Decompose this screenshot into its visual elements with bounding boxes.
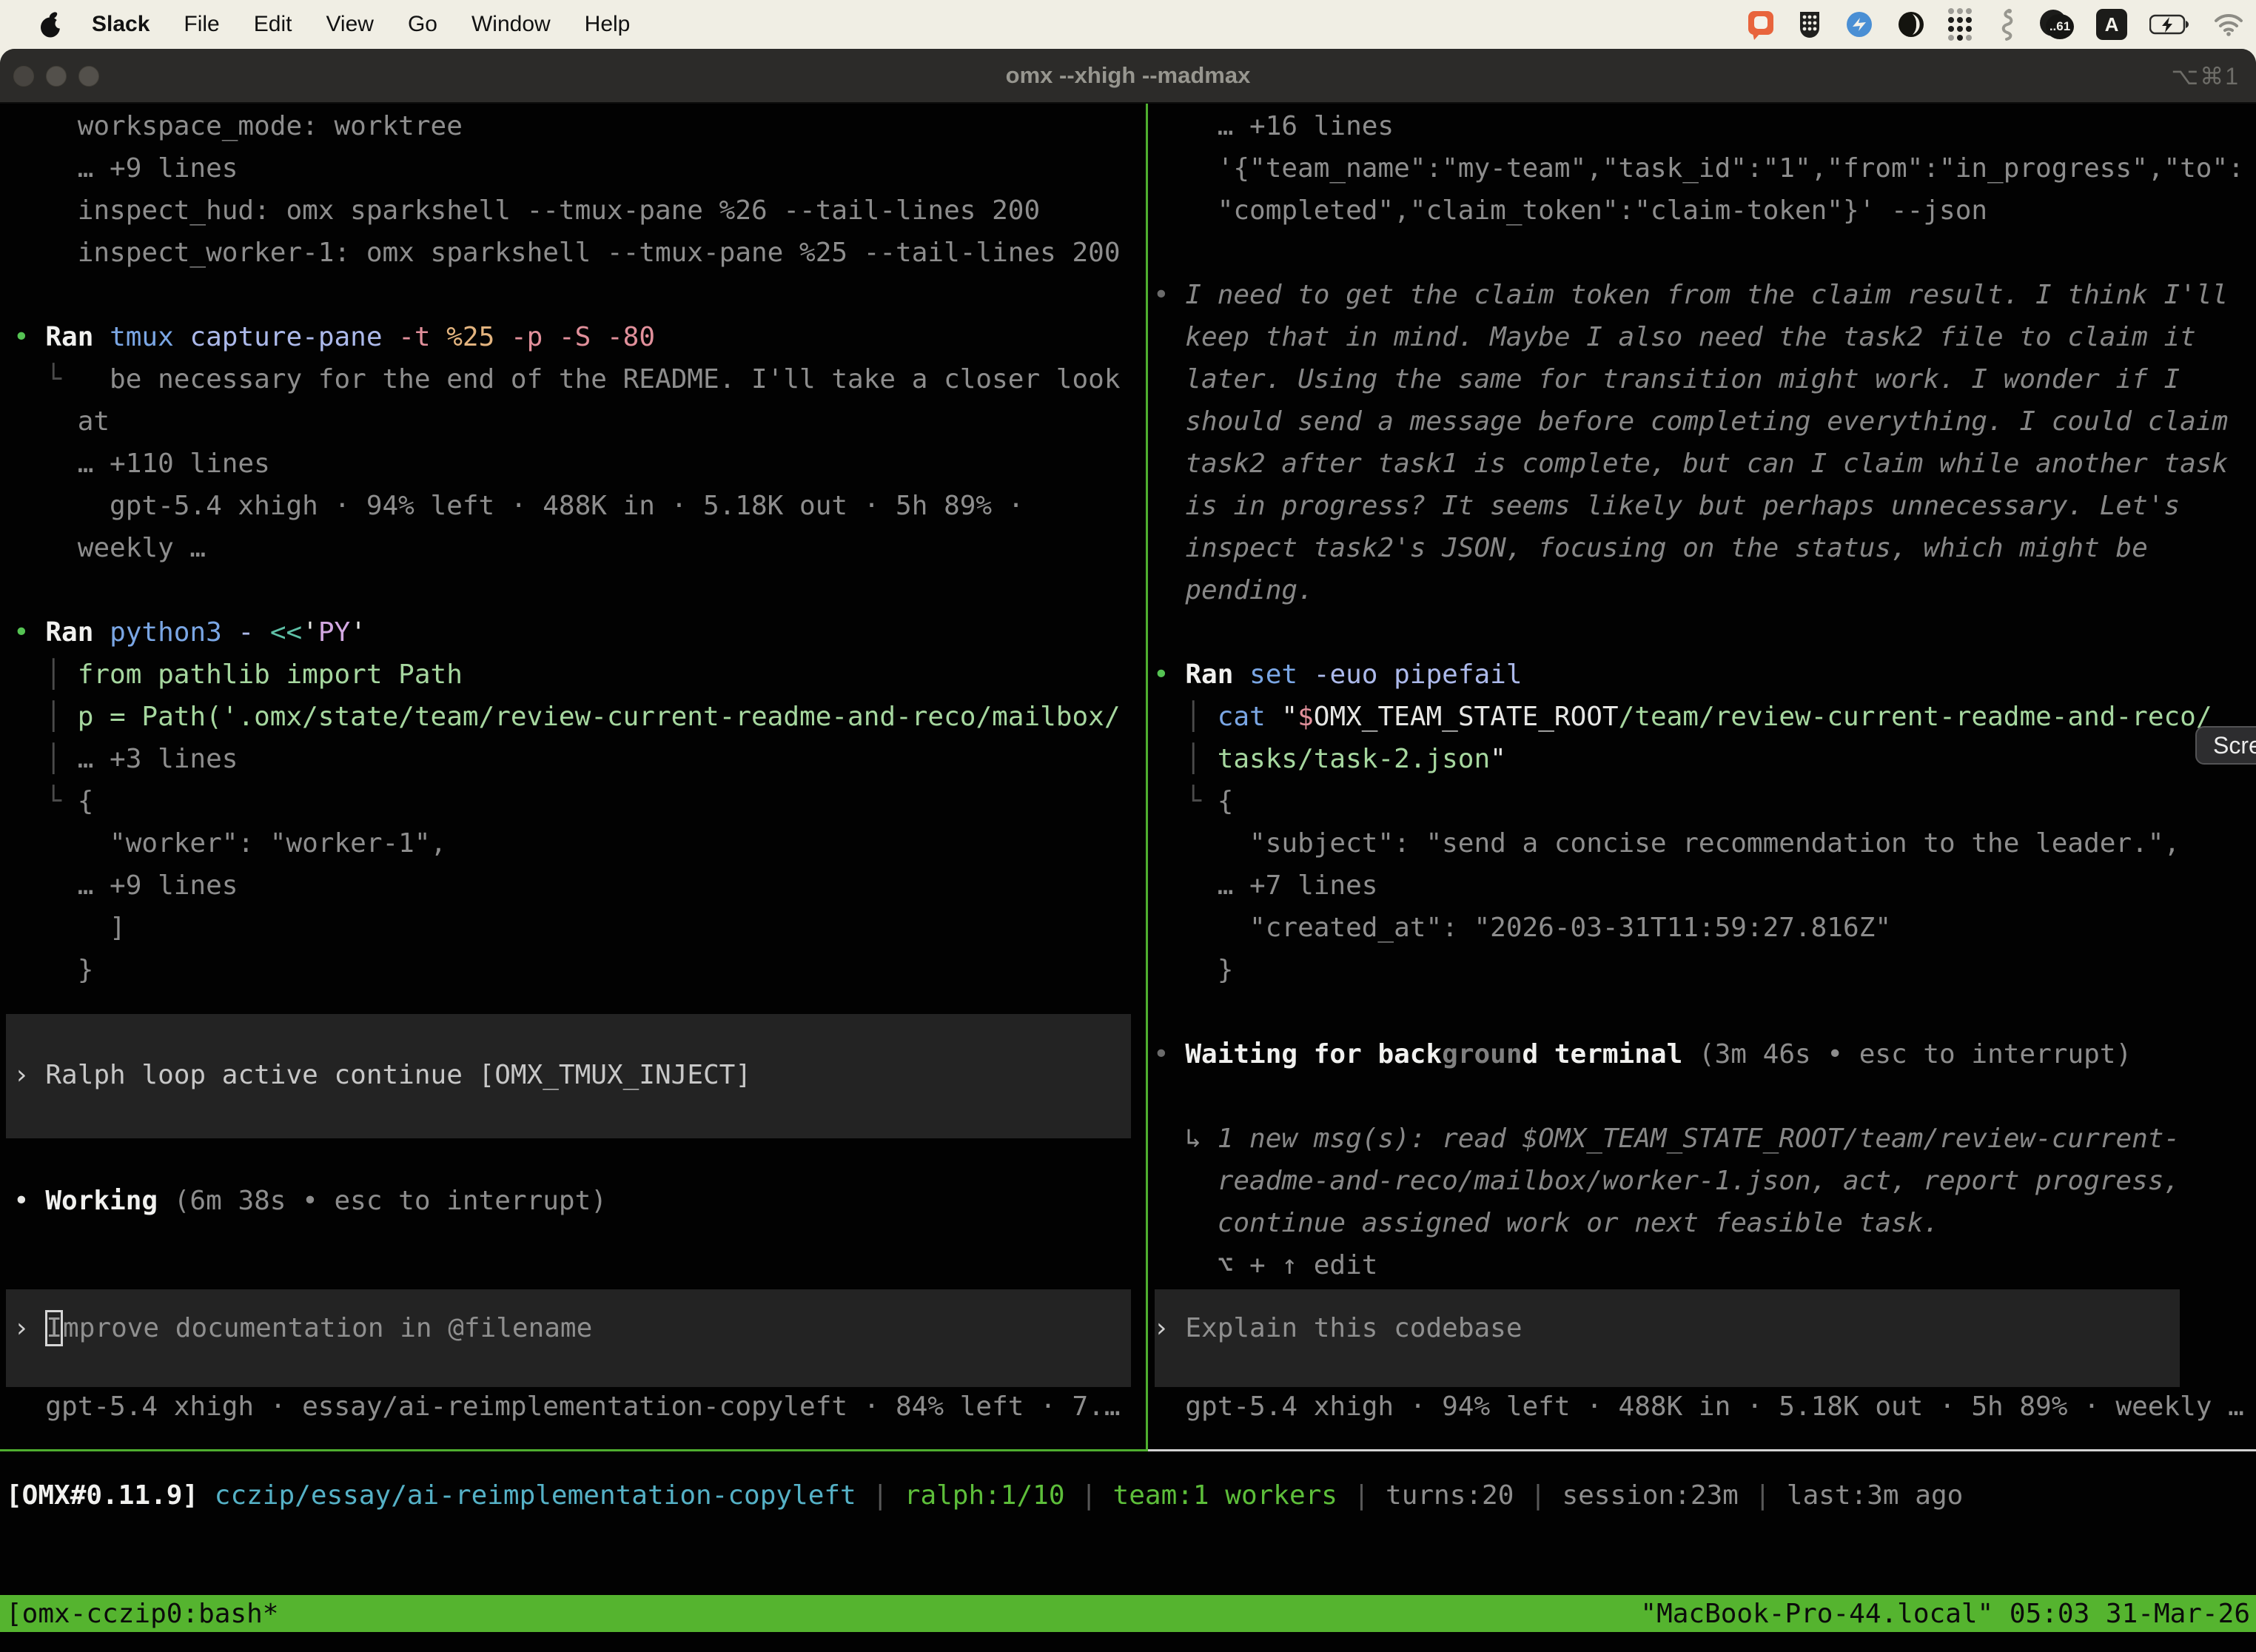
battery-icon[interactable]: [2149, 14, 2191, 35]
terminal-line: … +110 lines: [13, 443, 270, 485]
terminal-window: omx --xhigh --madmax ⌥⌘1 workspace_mode:…: [0, 49, 2256, 1652]
menu-item-edit[interactable]: Edit: [254, 12, 292, 37]
terminal-line: • Ran python3 - <<'PY': [13, 611, 366, 654]
terminal-line: • Working (6m 38s • esc to interrupt): [13, 1180, 607, 1222]
messenger-bolt-icon[interactable]: [1844, 10, 1874, 39]
terminal-line: │ from pathlib import Path: [13, 654, 463, 696]
terminal-line: "created_at": "2026-03-31T11:59:27.816Z": [1153, 907, 1891, 949]
terminal-line: › Ralph loop active continue [OMX_TMUX_I…: [13, 1054, 751, 1096]
terminal-line: … +7 lines: [1153, 864, 1377, 907]
terminal-line: gpt-5.4 xhigh · essay/ai-reimplementatio…: [13, 1386, 1121, 1428]
terminal-line: later. Using the same for transition mig…: [1153, 358, 2180, 400]
terminal-line: "subject": "send a concise recommendatio…: [1153, 822, 2180, 864]
terminal-line: ⌥ + ↑ edit: [1153, 1244, 1377, 1286]
terminal-line: • Ran set -euo pipefail: [1153, 654, 1523, 696]
apple-menu-icon[interactable]: [38, 10, 64, 39]
terminal-line: └ {: [13, 780, 93, 822]
screenshot-chip-label: Scre: [2213, 732, 2256, 759]
terminal-line: … +9 lines: [13, 864, 238, 907]
tmux-host-clock-label: "MacBook-Pro-44.local" 05:03 31-Mar-26: [1640, 1599, 2250, 1629]
dragon-icon[interactable]: [1995, 8, 2018, 41]
terminal-line: gpt-5.4 xhigh · 94% left · 488K in · 5.1…: [13, 485, 1024, 527]
screenshot-chip-overlay[interactable]: Scre: [2195, 726, 2256, 765]
terminal-line: │ tasks/task-2.json": [1153, 738, 1506, 780]
terminal-line: [OMX#0.11.9] cczip/essay/ai-reimplementa…: [6, 1474, 1963, 1517]
terminal-line: … +16 lines: [1153, 105, 1394, 147]
menu-item-go[interactable]: Go: [408, 12, 437, 37]
window-shortcut-hint: ⌥⌘1: [2171, 62, 2240, 90]
terminal-line: "completed","claim_token":"claim-token"}…: [1153, 189, 1987, 232]
terminal-line: pending.: [1153, 569, 1314, 611]
menu-app-name[interactable]: Slack: [92, 12, 150, 37]
terminal-line: task2 after task1 is complete, but can I…: [1153, 443, 2228, 485]
terminal-line: is in progress? It seems likely but perh…: [1153, 485, 2180, 527]
right-pane-bottom-border: [1148, 1449, 2256, 1451]
count-badge-icon[interactable]: ..61: [2040, 10, 2074, 39]
terminal-line: workspace_mode: worktree: [13, 105, 463, 147]
terminal-line: should send a message before completing …: [1153, 400, 2228, 443]
terminal-line: │ p = Path('.omx/state/team/review-curre…: [13, 696, 1121, 738]
terminal-line: └ be necessary for the end of the README…: [13, 358, 1121, 400]
terminal-line: │ … +3 lines: [13, 738, 238, 780]
menu-item-window[interactable]: Window: [471, 12, 551, 37]
menu-status-area: ..61 A: [1747, 0, 2244, 49]
menu-item-file[interactable]: File: [184, 12, 219, 37]
dot-grid-icon[interactable]: [1948, 7, 1973, 41]
menu-item-help[interactable]: Help: [585, 12, 631, 37]
terminal-line: keep that in mind. Maybe I also need the…: [1153, 316, 2196, 358]
keypad-shield-icon[interactable]: [1797, 9, 1822, 40]
terminal-line: continue assigned work or next feasible …: [1153, 1202, 1939, 1244]
terminal-line: readme-and-reco/mailbox/worker-1.json, a…: [1153, 1160, 2180, 1202]
tmux-status-bar: [omx-cczip0:bash* "MacBook-Pro-44.local"…: [0, 1595, 2256, 1632]
terminal-line: inspect_hud: omx sparkshell --tmux-pane …: [13, 189, 1040, 232]
terminal-line: … +9 lines: [13, 147, 238, 189]
pie-crescent-icon[interactable]: [1896, 10, 1926, 39]
terminal-line: at: [13, 400, 110, 443]
tmux-session-label: [omx-cczip0:bash*: [6, 1599, 278, 1629]
window-titlebar[interactable]: omx --xhigh --madmax ⌥⌘1: [0, 49, 2256, 104]
terminal-line: │ cat "$OMX_TEAM_STATE_ROOT/team/review-…: [1153, 696, 2212, 738]
terminal-line: › Explain this codebase: [1153, 1307, 1523, 1349]
count-badge-label: ..61: [2046, 14, 2074, 39]
terminal-line: • Waiting for background terminal (3m 46…: [1153, 1033, 2132, 1075]
terminal-line: '{"team_name":"my-team","task_id":"1","f…: [1153, 147, 2244, 189]
letter-a-icon[interactable]: A: [2096, 9, 2127, 40]
terminal-line: }: [1153, 949, 1233, 991]
terminal-line: • I need to get the claim token from the…: [1153, 274, 2228, 316]
menu-item-view[interactable]: View: [326, 12, 373, 37]
terminal-line: › Improve documentation in @filename: [13, 1307, 592, 1349]
left-pane-bottom-border: [0, 1449, 1148, 1451]
wifi-icon[interactable]: [2213, 13, 2244, 36]
window-title: omx --xhigh --madmax: [0, 62, 2256, 89]
terminal-line: gpt-5.4 xhigh · 94% left · 488K in · 5.1…: [1153, 1386, 2244, 1428]
terminal-line: └ {: [1153, 780, 1233, 822]
terminal-line: inspect task2's JSON, focusing on the st…: [1153, 527, 2148, 569]
screenshot-chat-icon[interactable]: [1747, 8, 1775, 41]
terminal-line: "worker": "worker-1",: [13, 822, 446, 864]
terminal-line: }: [13, 949, 93, 991]
terminal-line: weekly …: [13, 527, 206, 569]
pane-divider[interactable]: [1146, 104, 1148, 1451]
terminal-line: • Ran tmux capture-pane -t %25 -p -S -80: [13, 316, 655, 358]
terminal-line: ]: [13, 907, 126, 949]
menu-bar: Slack File Edit View Go Window Help: [0, 0, 2256, 49]
terminal-line: inspect_worker-1: omx sparkshell --tmux-…: [13, 232, 1121, 274]
terminal-area[interactable]: workspace_mode: worktree … +9 lines insp…: [0, 104, 2256, 1652]
terminal-line: ↳ 1 new msg(s): read $OMX_TEAM_STATE_ROO…: [1153, 1118, 2180, 1160]
